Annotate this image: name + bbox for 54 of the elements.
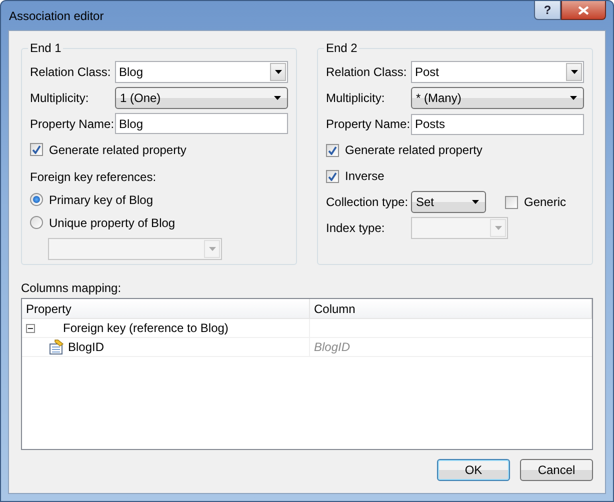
dropdown-arrow-icon [494,226,502,230]
checkbox[interactable] [30,143,43,156]
help-button[interactable]: ? [534,1,561,20]
field-label: Multiplicity: [30,90,90,105]
key-column-icon [48,339,64,355]
dropdown-arrow-icon [274,70,282,74]
dropdown[interactable]: 1 (One) [115,86,288,109]
dropdown-arrow-icon [274,96,281,100]
checkbox-label: Generate related property [345,143,482,157]
dropdown[interactable]: * (Many) [411,87,584,109]
collapse-icon[interactable] [26,324,35,332]
table-cell-text: BlogID [67,340,104,354]
radio-button[interactable] [30,216,43,230]
field-label: Relation Class: [30,64,112,79]
dropdown[interactable]: Set [411,191,486,213]
field-label: Property Name: [30,116,115,131]
radio-button[interactable] [30,193,43,206]
field-label: Index type: [326,221,386,235]
field-label: Collection type: [326,195,410,209]
checkbox[interactable] [326,170,339,182]
checkbox[interactable] [505,196,518,208]
combo-box[interactable]: Post [411,61,584,83]
column-header[interactable]: Property [22,299,310,318]
dialog-button[interactable]: OK [437,459,510,481]
field-label: Relation Class: [326,65,408,79]
section-label: Columns mapping: [21,281,122,295]
checkmark-icon [32,145,41,154]
table-cell-text: Foreign key (reference to Blog) [62,321,228,335]
dropdown-arrow-icon [472,200,479,204]
dropdown-arrow-icon [570,70,578,74]
table-cell-text: BlogID [313,339,352,356]
column-header[interactable]: Column [310,299,592,318]
checkbox[interactable] [326,144,339,156]
group-title: End 1 [29,41,62,55]
checkbox-label: Generate related property [49,142,186,157]
checkbox-label: Generic [524,195,566,209]
dropdown-arrow-icon [570,96,577,100]
close-icon [578,6,589,14]
text-field[interactable]: Blog [115,113,288,134]
checkmark-icon [328,172,337,180]
checkbox-label: Inverse [345,169,384,183]
field-label: Property Name: [326,117,411,131]
radio-label: Unique property of Blog [49,216,176,230]
dropdown-arrow-icon [208,247,216,252]
group-title: End 2 [325,41,358,55]
section-label: Foreign key references: [30,170,156,184]
checkmark-icon [328,146,337,154]
dialog-button[interactable]: Cancel [520,459,593,481]
combo-box[interactable]: Blog [115,60,288,83]
text-field[interactable]: Posts [411,114,584,134]
field-label: Multiplicity: [326,91,386,105]
close-button[interactable] [561,1,606,20]
window-title: Association editor [8,8,104,22]
radio-label: Primary key of Blog [49,192,154,207]
